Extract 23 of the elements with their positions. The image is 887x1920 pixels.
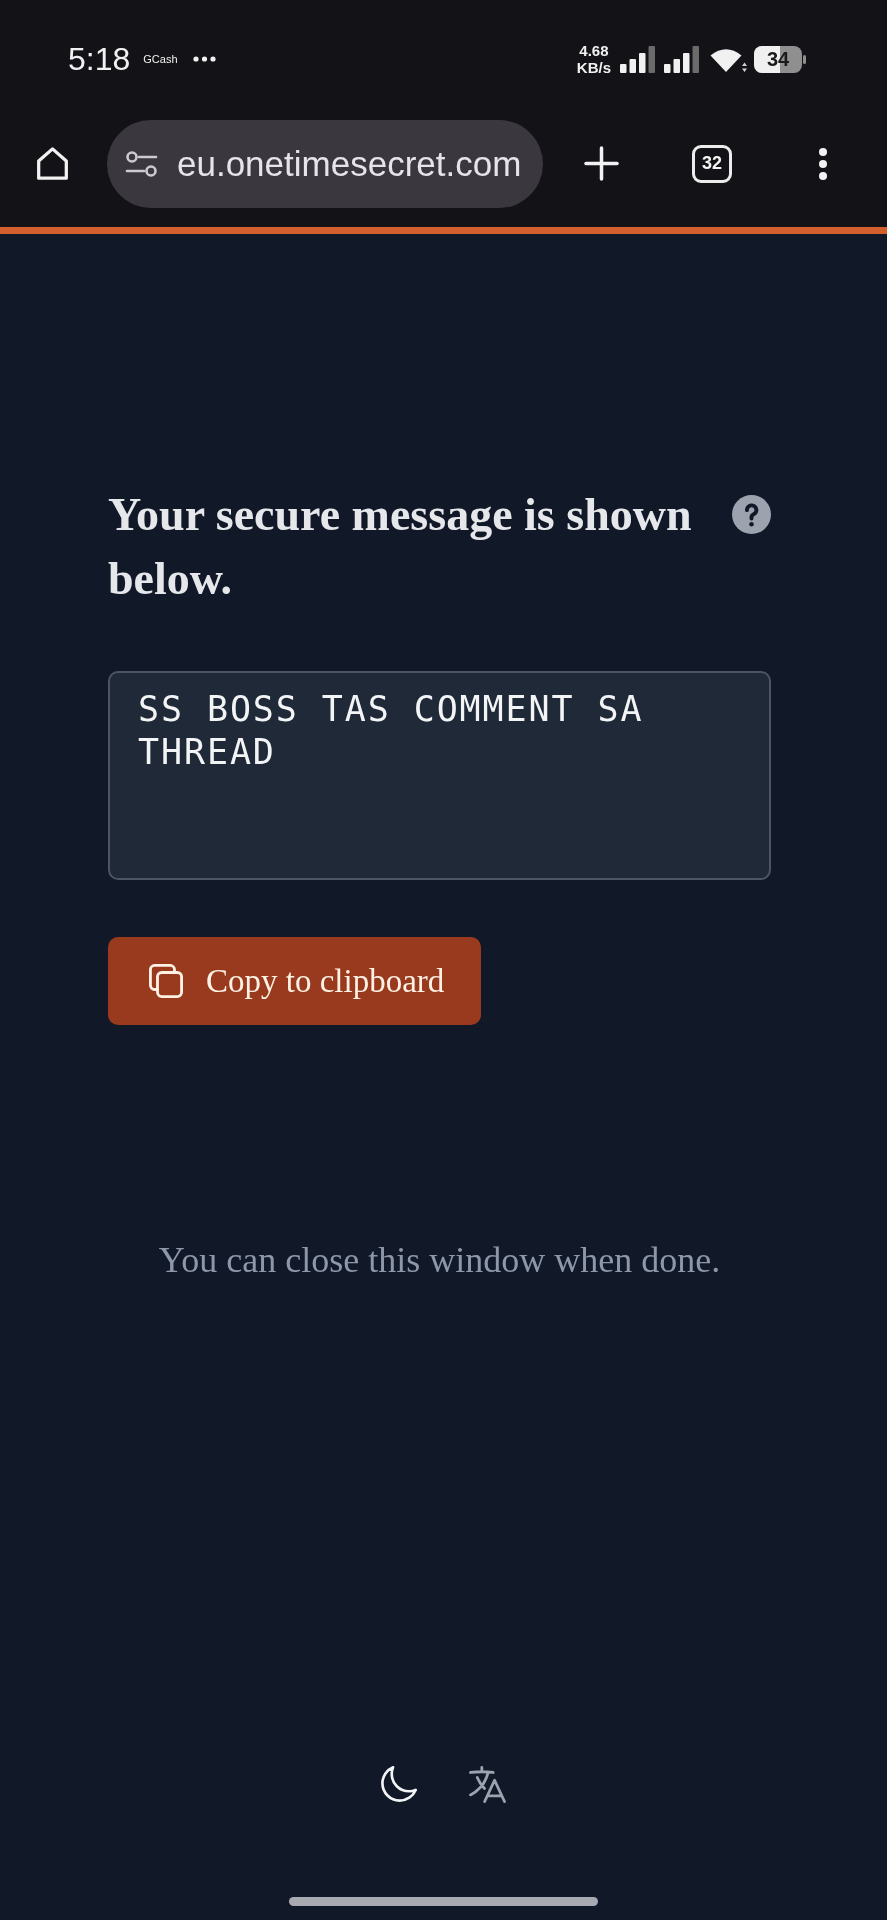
more-menu-icon[interactable]: [818, 146, 828, 181]
signal-icon: [620, 45, 655, 73]
plus-icon[interactable]: [584, 146, 619, 181]
more-notifications-icon: [192, 56, 216, 62]
tab-count-button[interactable]: 32: [692, 144, 732, 183]
network-speed-unit: KB/s: [576, 59, 611, 76]
secret-message-field[interactable]: SS BOSS TAS COMMENT SA THREAD: [108, 671, 771, 880]
url-text: eu.onetimesecret.com: [177, 143, 522, 184]
battery-icon: [754, 45, 806, 73]
help-icon[interactable]: [732, 495, 771, 534]
copy-button[interactable]: Copy to clipboard: [108, 937, 482, 1025]
page-heading: Your secure message is shown below.: [108, 488, 693, 606]
closing-note: You can close this window when done.: [157, 1239, 722, 1282]
status-time: 5:18: [68, 40, 131, 78]
notification-app-label: GCash: [143, 53, 178, 65]
address-bar[interactable]: eu.onetimesecret.com: [107, 119, 543, 208]
sliders-icon[interactable]: [125, 149, 158, 178]
copy-icon: [149, 964, 183, 998]
battery-percent: 34: [767, 48, 790, 70]
translate-icon[interactable]: [469, 1765, 506, 1803]
network-speed-value: 4.68: [579, 42, 609, 59]
signal-icon: [664, 45, 699, 73]
moon-icon[interactable]: [381, 1766, 417, 1802]
